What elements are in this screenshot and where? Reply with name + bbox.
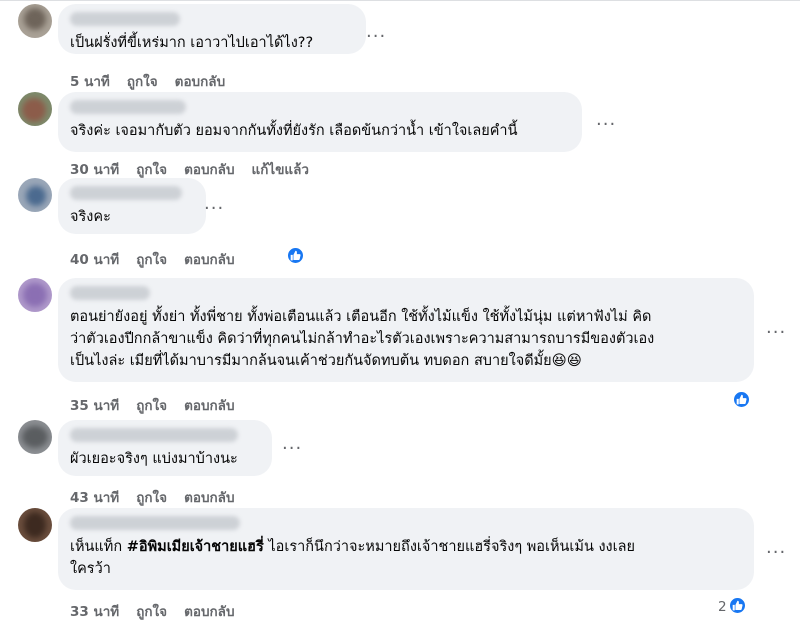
comment-bubble: ตอนย่ายังอยู่ ทั้งย่า ทั้งพี่ชาย ทั้งพ่อ… [58,278,754,382]
comment-actions: 35 นาที ถูกใจ ตอบกลับ [70,394,252,416]
comment-actions: 43 นาที ถูกใจ ตอบกลับ [70,486,252,508]
comment-text-line-3: เป็นไงล่ะ เมียที่ได้มาบารมีมากล้นจนเค้าช… [70,353,582,369]
more-options-icon[interactable]: ··· [766,544,786,562]
more-options-icon[interactable]: ··· [596,116,616,134]
comment-text-line-2: ว่าตัวเองปีกกล้าขาแข็ง คิดว่าที่ทุกคนไม่… [70,331,655,347]
avatar[interactable] [18,92,52,126]
text-prefix: เห็นแท็ก [70,539,127,555]
more-options-icon[interactable]: ··· [204,200,224,218]
reaction-count[interactable]: 2 [718,599,727,615]
reply-action[interactable]: ตอบกลับ [184,490,234,506]
comment-text-line-2: ใครว้า [70,561,111,577]
comment-text: ผัวเยอะจริงๆ แบ่งมาบ้างนะ [70,451,238,467]
like-reaction-icon[interactable] [732,390,751,409]
timestamp[interactable]: 30 นาที [70,162,119,178]
comment-text: จริงค่ะ เจอมากับตัว ยอมจากกันทั้งที่ยังร… [70,123,518,139]
timestamp[interactable]: 40 นาที [70,252,119,268]
avatar[interactable] [18,4,52,38]
like-reaction-icon[interactable] [728,596,747,615]
reply-action[interactable]: ตอบกลับ [184,162,234,178]
avatar[interactable] [18,420,52,454]
comment-bubble: จริงคะ [58,178,206,234]
author-name[interactable] [70,516,240,530]
like-action[interactable]: ถูกใจ [136,398,167,414]
reply-action[interactable]: ตอบกลับ [175,74,225,90]
more-options-icon[interactable]: ··· [766,324,786,342]
comment-actions: 40 นาที ถูกใจ ตอบกลับ [70,248,252,270]
author-name[interactable] [70,12,180,26]
like-action[interactable]: ถูกใจ [136,252,167,268]
like-action[interactable]: ถูกใจ [136,604,167,620]
author-name[interactable] [70,186,182,200]
timestamp[interactable]: 5 นาที [70,74,110,90]
comment-text-line-1: ตอนย่ายังอยู่ ทั้งย่า ทั้งพี่ชาย ทั้งพ่อ… [70,309,652,325]
avatar[interactable] [18,178,52,212]
comment-text: จริงคะ [70,209,111,225]
reply-action[interactable]: ตอบกลับ [184,252,234,268]
author-name[interactable] [70,428,238,442]
comment-actions: 5 นาที ถูกใจ ตอบกลับ [70,70,242,92]
comment-text-line-1: เห็นแท็ก #อิพิมเมียเจ้าชายแฮรี่ ไอเราก็น… [70,536,742,558]
comment-bubble: จริงค่ะ เจอมากับตัว ยอมจากกันทั้งที่ยังร… [58,92,582,152]
comment-text: เป็นฝรั่งที่ขี้เหร่มาก เอาวาไปเอาได้ไง?? [70,35,314,51]
comment-actions: 30 นาที ถูกใจ ตอบกลับ แก้ไขแล้ว [70,158,326,180]
comment-bubble: ผัวเยอะจริงๆ แบ่งมาบ้างนะ [58,420,272,476]
reply-action[interactable]: ตอบกลับ [184,398,234,414]
like-action[interactable]: ถูกใจ [136,162,167,178]
more-options-icon[interactable]: ··· [282,440,302,458]
author-name[interactable] [70,100,186,114]
like-reaction-icon[interactable] [286,246,305,265]
avatar[interactable] [18,508,52,542]
text-suffix: ไอเราก็นึกว่าจะหมายถึงเจ้าชายแฮรี่จริงๆ … [263,539,635,555]
comment-bubble: เห็นแท็ก #อิพิมเมียเจ้าชายแฮรี่ ไอเราก็น… [58,508,754,590]
timestamp[interactable]: 43 นาที [70,490,119,506]
author-name[interactable] [70,286,150,300]
more-options-icon[interactable]: ··· [366,28,386,46]
reply-action[interactable]: ตอบกลับ [184,604,234,620]
comment-bubble: เป็นฝรั่งที่ขี้เหร่มาก เอาวาไปเอาได้ไง?? [58,4,366,54]
like-action[interactable]: ถูกใจ [127,74,158,90]
timestamp[interactable]: 35 นาที [70,398,119,414]
hashtag-link[interactable]: #อิพิมเมียเจ้าชายแฮรี่ [127,539,264,555]
like-action[interactable]: ถูกใจ [136,490,167,506]
timestamp[interactable]: 33 นาที [70,604,119,620]
comment-thread: เป็นฝรั่งที่ขี้เหร่มาก เอาวาไปเอาได้ไง??… [0,0,800,620]
edited-label[interactable]: แก้ไขแล้ว [252,162,309,178]
avatar[interactable] [18,278,52,312]
